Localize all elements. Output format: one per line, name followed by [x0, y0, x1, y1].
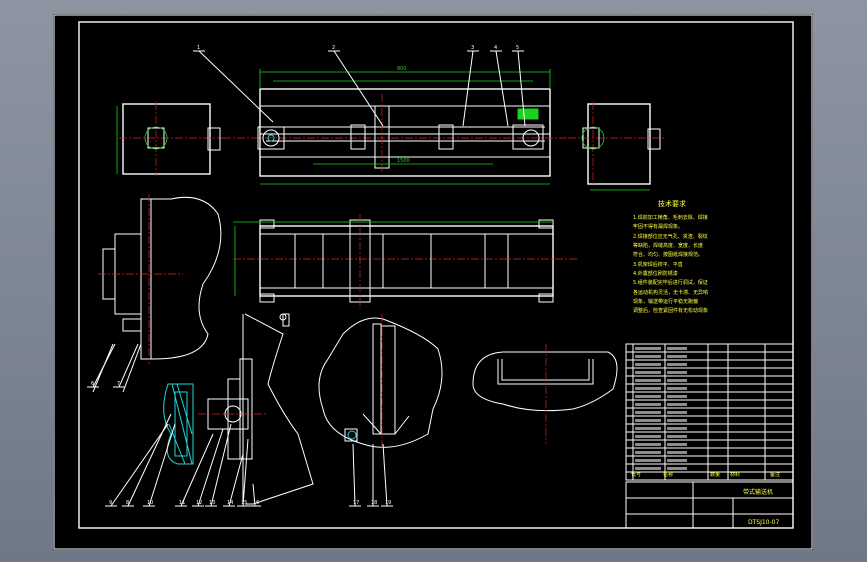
- header-name: 名称: [663, 471, 673, 478]
- part-label: 7: [117, 381, 120, 387]
- part-label: 17: [353, 500, 359, 506]
- notes-line: 各运动机构灵活，无卡滞、无异响: [633, 289, 708, 296]
- svg-text:800: 800: [397, 66, 407, 72]
- leader-line: [148, 423, 176, 507]
- detail-roller: [163, 313, 314, 505]
- svg-text:1500: 1500: [397, 158, 410, 164]
- part-label: 19: [385, 500, 391, 506]
- part-labels: 1 2 3 4 56 789 10 11 12 13 14 15 16 17 18 19: [87, 45, 526, 507]
- part-label: 14: [227, 500, 233, 506]
- notes-line: 符合、均匀、按图纸焊接规范。: [633, 251, 703, 258]
- detail-frame-joint: [318, 314, 443, 449]
- part-label: 6: [91, 381, 94, 387]
- leader-line: [92, 343, 116, 388]
- part-label: 9: [109, 500, 112, 506]
- part-label: 3: [471, 45, 474, 51]
- part-label: 4: [494, 45, 497, 51]
- part-label: 18: [371, 500, 377, 506]
- cad-viewport[interactable]: 800 1500 技术要求 1.焊前加工棱角、毛刺去除、焊接 牢固不得有漏焊现象…: [0, 0, 867, 562]
- drawing-sheet: 800 1500 技术要求 1.焊前加工棱角、毛刺去除、焊接 牢固不得有漏焊现象…: [53, 14, 813, 550]
- notes-line: 4.外露部位刷防锈漆: [633, 270, 678, 277]
- front-view: 800 1500: [223, 66, 573, 185]
- notes-line: 现象，输送带运行平稳无跑偏: [633, 298, 698, 305]
- part-label: 10: [147, 500, 153, 506]
- part-label: 5: [516, 45, 519, 51]
- leader-line: [110, 423, 169, 507]
- leader-line: [127, 413, 172, 507]
- notes-line: 5.组件装配完毕后进行调试，保证: [633, 279, 708, 286]
- part-label: 16: [253, 500, 259, 506]
- leader-line: [242, 438, 249, 507]
- notes-line: 等缺陷，焊缝高度、宽度、长度: [633, 242, 703, 249]
- detail-motor-mount: [92, 194, 222, 393]
- leader-line: [382, 443, 388, 507]
- part-label: 12: [196, 500, 202, 506]
- leader-line: [180, 433, 214, 507]
- drawing-title: 带式输送机: [743, 488, 773, 496]
- part-label: 1: [197, 45, 200, 51]
- parts-list: [625, 343, 794, 481]
- part-label: 8: [126, 500, 129, 506]
- notes-line: 1.焊前加工棱角、毛刺去除、焊接: [633, 214, 708, 221]
- part-label: 13: [209, 500, 215, 506]
- header-code: 代号: [631, 471, 641, 478]
- part-label: 15: [241, 500, 247, 506]
- notes-title: 技术要求: [658, 199, 686, 208]
- technical-notes: 技术要求 1.焊前加工棱角、毛刺去除、焊接 牢固不得有漏焊现象。 2.焊接部位应…: [633, 199, 708, 314]
- part-label: 11: [179, 500, 185, 506]
- left-end-view: [116, 102, 225, 176]
- part-label: 2: [332, 45, 335, 51]
- notes-line: 调整后，检查紧固件有无松动现象: [633, 307, 708, 314]
- drawing-canvas: 800 1500 技术要求 1.焊前加工棱角、毛刺去除、焊接 牢固不得有漏焊现象…: [53, 14, 813, 550]
- drawing-number: DTSJ10-07: [748, 519, 779, 526]
- plan-view: [233, 214, 578, 309]
- leader-line: [352, 443, 356, 507]
- header-remark: 备注: [770, 471, 780, 478]
- detail-channel: [472, 344, 618, 444]
- leader-line: [228, 453, 244, 507]
- header-material: 材料: [730, 471, 740, 478]
- notes-line: 3.机架焊后校平、平直: [633, 261, 683, 268]
- notes-line: 牢固不得有漏焊现象。: [633, 223, 683, 230]
- right-end-view: [568, 102, 665, 191]
- header-qty: 数量: [710, 471, 720, 478]
- notes-line: 2.焊接部位应无气孔、夹渣、裂纹: [633, 233, 708, 240]
- leader-line: [118, 343, 139, 388]
